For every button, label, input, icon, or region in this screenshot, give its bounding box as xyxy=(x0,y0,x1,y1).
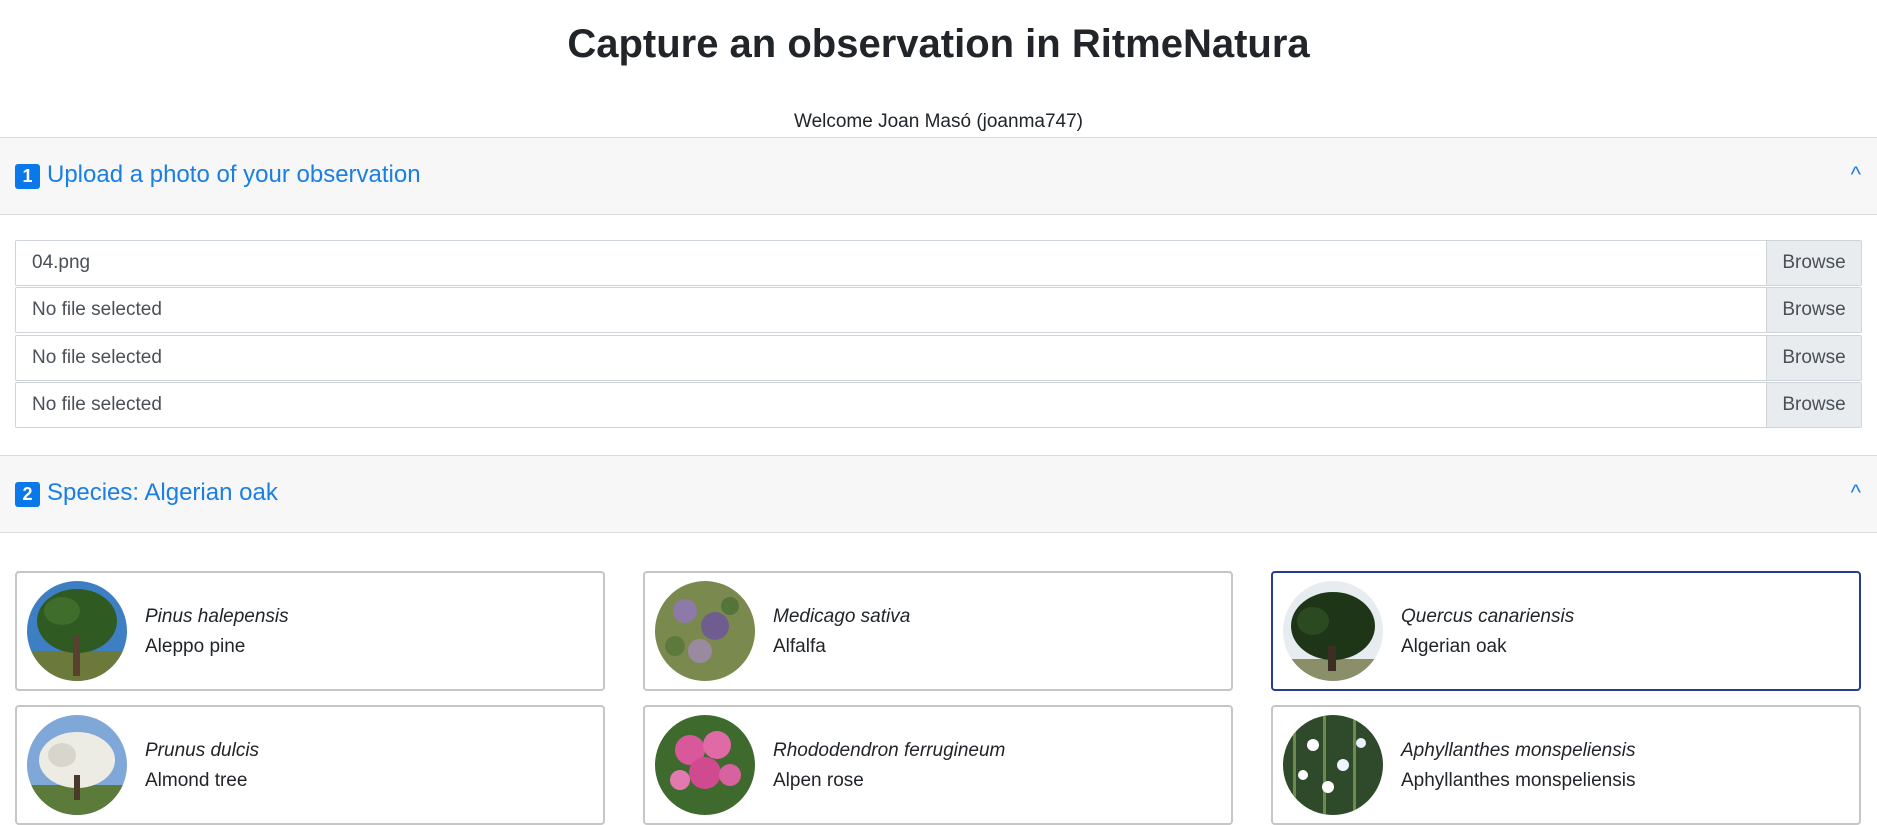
file-input-3[interactable]: No file selected Browse xyxy=(15,335,1862,381)
species-card-alfalfa[interactable]: Medicago sativa Alfalfa xyxy=(643,571,1233,691)
scientific-name: Rhododendron ferrugineum xyxy=(773,740,1006,761)
page-title: Capture an observation in RitmeNatura xyxy=(567,22,1310,66)
welcome-text: Welcome Joan Masó (joanma747) xyxy=(793,111,1083,132)
almond-tree-photo-icon xyxy=(27,715,127,815)
common-name: Almond tree xyxy=(145,770,248,791)
common-name: Alfalfa xyxy=(773,636,826,657)
upload-section-header[interactable]: 1 Upload a photo of your observation ^ xyxy=(0,137,1877,215)
species-card-almond-tree[interactable]: Prunus dulcis Almond tree xyxy=(15,705,605,825)
file-name: 04.png xyxy=(32,252,91,273)
file-input-1[interactable]: 04.png Browse xyxy=(15,240,1862,286)
collapse-chevron-icon[interactable]: ^ xyxy=(1851,478,1861,508)
browse-button[interactable]: Browse xyxy=(1766,336,1861,380)
common-name: Algerian oak xyxy=(1401,636,1507,657)
browse-button[interactable]: Browse xyxy=(1766,288,1861,332)
scientific-name: Prunus dulcis xyxy=(145,740,260,761)
file-input-4[interactable]: No file selected Browse xyxy=(15,382,1862,428)
common-name: Aphyllanthes monspeliensis xyxy=(1401,770,1636,791)
aphyllanthes-photo-icon xyxy=(1283,715,1383,815)
file-input-2[interactable]: No file selected Browse xyxy=(15,287,1862,333)
scientific-name: Aphyllanthes monspeliensis xyxy=(1401,740,1636,761)
collapse-chevron-icon[interactable]: ^ xyxy=(1851,160,1861,190)
species-card-algerian-oak[interactable]: Quercus canariensis Algerian oak xyxy=(1271,571,1861,691)
species-card-alpen-rose[interactable]: Rhododendron ferrugineum Alpen rose xyxy=(643,705,1233,825)
scientific-name: Quercus canariensis xyxy=(1401,606,1575,627)
browse-button[interactable]: Browse xyxy=(1766,383,1861,427)
file-name: No file selected xyxy=(32,347,162,368)
common-name: Aleppo pine xyxy=(145,636,246,657)
file-name: No file selected xyxy=(32,299,162,320)
step-badge-2: 2 xyxy=(15,482,40,507)
step-badge-1: 1 xyxy=(15,164,40,189)
species-section-header[interactable]: 2 Species: Algerian oak ^ xyxy=(0,455,1877,533)
species-section-title: Species: Algerian oak xyxy=(47,479,278,506)
species-card-aleppo-pine[interactable]: Pinus halepensis Aleppo pine xyxy=(15,571,605,691)
common-name: Alpen rose xyxy=(773,770,864,791)
pine-tree-photo-icon xyxy=(27,581,127,681)
scientific-name: Pinus halepensis xyxy=(145,606,289,627)
upload-section-title: Upload a photo of your observation xyxy=(47,161,421,188)
oak-tree-photo-icon xyxy=(1283,581,1383,681)
file-name: No file selected xyxy=(32,394,162,415)
species-card-aphyllanthes[interactable]: Aphyllanthes monspeliensis Aphyllanthes … xyxy=(1271,705,1861,825)
scientific-name: Medicago sativa xyxy=(773,606,911,627)
browse-button[interactable]: Browse xyxy=(1766,241,1861,285)
alfalfa-photo-icon xyxy=(655,581,755,681)
alpen-rose-photo-icon xyxy=(655,715,755,815)
